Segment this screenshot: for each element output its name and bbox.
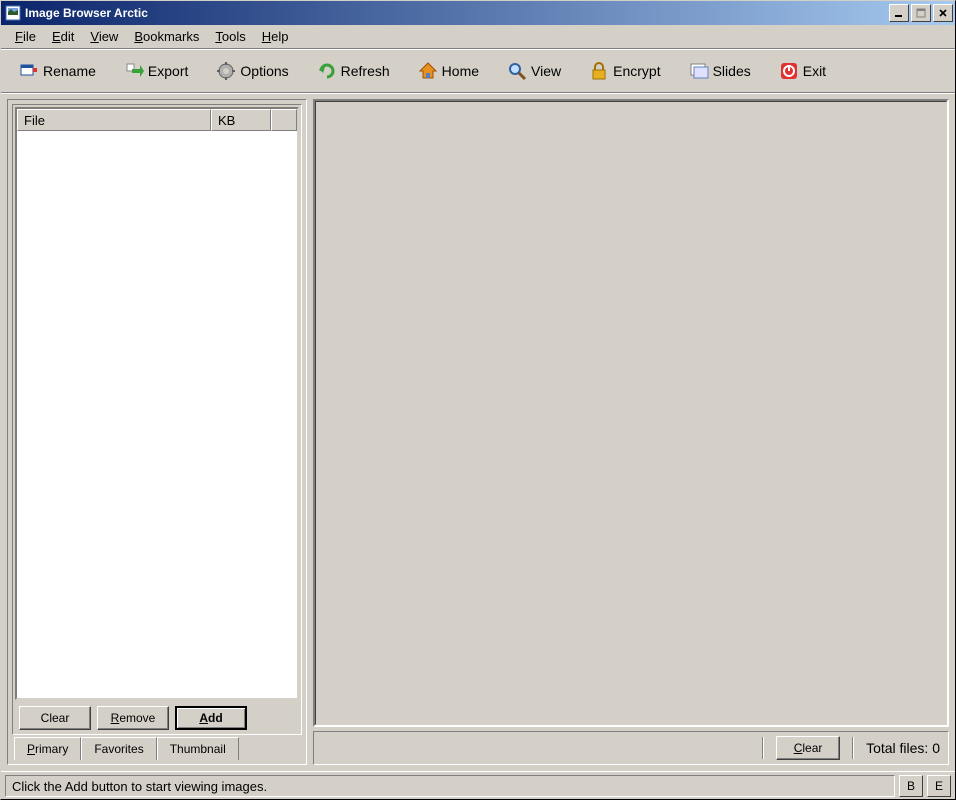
titlebar-text: Image Browser Arctic [25, 6, 887, 20]
refresh-label: Refresh [341, 63, 390, 79]
list-header: File KB [17, 109, 297, 131]
left-tabs: Primary Favorites Thumbnail [12, 737, 302, 760]
preview-area [313, 99, 949, 727]
home-button[interactable]: Home [408, 57, 489, 85]
exit-button[interactable]: Exit [769, 57, 836, 85]
lock-icon [589, 61, 609, 81]
left-pane: File KB Clear Remove Add Primary Favorit… [7, 99, 307, 765]
tab-primary[interactable]: Primary [14, 737, 81, 760]
home-icon [418, 61, 438, 81]
rename-button[interactable]: Rename [9, 57, 106, 85]
exit-icon [779, 61, 799, 81]
left-button-row: Clear Remove Add [15, 700, 299, 732]
maximize-button[interactable] [911, 4, 931, 22]
slides-icon [689, 61, 709, 81]
divider [852, 737, 854, 759]
col-kb[interactable]: KB [211, 109, 271, 131]
titlebar: Image Browser Arctic [1, 1, 955, 25]
export-icon [124, 61, 144, 81]
right-clear-button[interactable]: Clear [776, 736, 840, 760]
menu-file[interactable]: File [7, 26, 44, 47]
status-text: Click the Add button to start viewing im… [5, 775, 895, 797]
list-body[interactable] [17, 131, 297, 698]
menu-view[interactable]: View [82, 26, 126, 47]
toolbar: Rename Export Options Refresh Home View … [1, 49, 955, 93]
view-label: View [531, 63, 561, 79]
menu-help[interactable]: Help [254, 26, 297, 47]
refresh-icon [317, 61, 337, 81]
exit-label: Exit [803, 63, 826, 79]
status-b-button[interactable]: B [899, 775, 923, 797]
options-button[interactable]: Options [206, 57, 298, 85]
status-e-button[interactable]: E [927, 775, 951, 797]
col-file[interactable]: File [17, 109, 211, 131]
menubar: File Edit View Bookmarks Tools Help [1, 25, 955, 49]
divider [762, 737, 764, 759]
menu-edit[interactable]: Edit [44, 26, 82, 47]
statusbar: Click the Add button to start viewing im… [1, 771, 955, 799]
total-files-label: Total files: 0 [866, 740, 940, 756]
content-area: File KB Clear Remove Add Primary Favorit… [1, 93, 955, 771]
app-window: Image Browser Arctic File Edit View Book… [0, 0, 956, 800]
tab-favorites[interactable]: Favorites [81, 737, 156, 760]
remove-button[interactable]: Remove [97, 706, 169, 730]
export-label: Export [148, 63, 188, 79]
minimize-button[interactable] [889, 4, 909, 22]
right-bottom-bar: Clear Total files: 0 [313, 731, 949, 765]
slides-label: Slides [713, 63, 751, 79]
file-listview[interactable]: File KB [15, 107, 299, 700]
menu-tools[interactable]: Tools [207, 26, 253, 47]
clear-button[interactable]: Clear [19, 706, 91, 730]
export-button[interactable]: Export [114, 57, 198, 85]
close-button[interactable] [933, 4, 953, 22]
refresh-button[interactable]: Refresh [307, 57, 400, 85]
menu-bookmarks[interactable]: Bookmarks [126, 26, 207, 47]
slides-button[interactable]: Slides [679, 57, 761, 85]
tab-thumbnail[interactable]: Thumbnail [157, 737, 239, 760]
app-icon [5, 5, 21, 21]
add-button[interactable]: Add [175, 706, 247, 730]
view-button[interactable]: View [497, 57, 571, 85]
rename-label: Rename [43, 63, 96, 79]
col-extra[interactable] [271, 109, 297, 131]
gear-icon [216, 61, 236, 81]
encrypt-button[interactable]: Encrypt [579, 57, 670, 85]
magnifier-icon [507, 61, 527, 81]
rename-icon [19, 61, 39, 81]
encrypt-label: Encrypt [613, 63, 660, 79]
right-pane: Clear Total files: 0 [313, 99, 949, 765]
options-label: Options [240, 63, 288, 79]
home-label: Home [442, 63, 479, 79]
